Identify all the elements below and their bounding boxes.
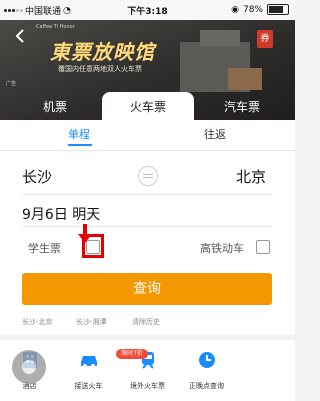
trip-one-way[interactable]: 单程 [68,126,90,142]
service-label: 接送火车 [74,382,103,390]
ad-label: 广告 [6,81,17,87]
service-train-transfer[interactable]: 接送火车 [59,340,118,401]
assistive-dot-icon [22,360,36,374]
battery-icon [267,4,289,15]
building-roof [200,30,240,46]
divider [22,194,272,195]
battery-percent: 78% [242,4,263,15]
car-icon [81,356,97,368]
student-ticket-label: 学生票 [28,242,61,255]
divider [22,226,272,227]
floating-assistive-button[interactable] [12,350,46,384]
arrival-city[interactable]: 北京 [236,166,266,187]
clock-icon [199,352,215,368]
banner-title: 東票放映馆 [50,40,155,64]
coupon-badge[interactable]: 券 [257,30,273,48]
banner-subtitle: 覆国内任意两地双人火车票 [58,65,142,73]
car-illustration [228,68,262,90]
departure-date[interactable]: 9月6日 明天 [22,204,100,224]
high-speed-checkbox[interactable] [256,240,270,254]
transport-tabs: 机票 火车票 汽车票 [0,92,295,122]
banner-small-text: Caffee Ti Honor [36,24,75,30]
history-item[interactable]: 长沙-湘潭 [76,317,107,327]
pointer-arrow-icon [78,224,92,243]
status-bar: 中国联通 ◔ 下午3:18 ◉ 78% [0,0,295,20]
back-arrow-icon[interactable] [12,28,28,44]
history-item[interactable]: 长沙-北京 [22,317,53,327]
tab-bus[interactable]: 汽车票 [196,92,288,122]
search-button[interactable]: 查询 [22,273,272,305]
train-search-card: 单程 往返 长沙 北京 9月6日 明天 学生票 高铁动车 查询 长沙-北京 长沙… [0,120,295,335]
high-speed-label: 高铁动车 [200,242,244,255]
service-delay-query[interactable]: 正晚点查询 [177,340,236,401]
swap-cities-icon[interactable] [138,166,158,186]
trip-round-trip[interactable]: 往返 [204,126,226,142]
service-label: 正晚点查询 [189,382,224,390]
tab-flight[interactable]: 机票 [10,92,100,122]
clear-history-link[interactable]: 清除历史 [132,317,160,327]
alarm-icon: ◉ [231,4,239,15]
discount-badge: 限时7折 [116,349,148,359]
active-tab-indicator [68,144,92,146]
tab-train[interactable]: 火车票 [102,92,194,122]
service-label: 境外火车票 [130,382,165,390]
divider [0,150,295,151]
status-right: ◉ 78% [231,4,289,15]
departure-city[interactable]: 长沙 [22,166,52,187]
